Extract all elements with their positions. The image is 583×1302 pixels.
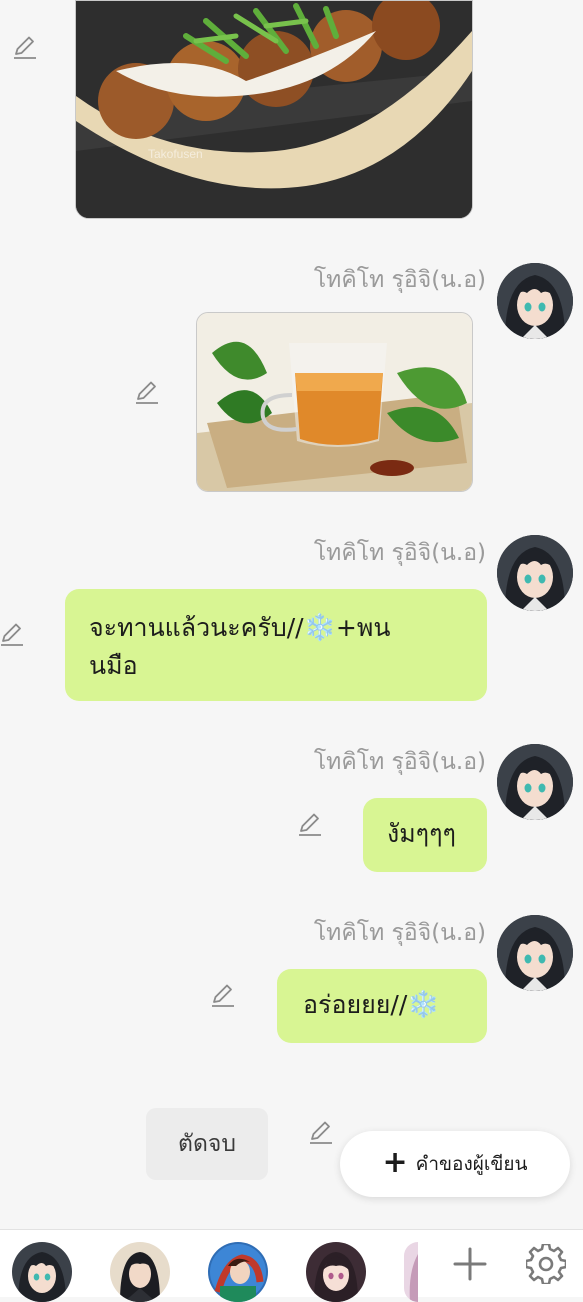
pencil-icon (14, 36, 36, 59)
character-selector-item[interactable] (404, 1242, 418, 1302)
sender-avatar[interactable] (497, 263, 573, 339)
character-avatar-image (306, 1242, 366, 1302)
character-avatar-image (497, 744, 573, 820)
character-avatar-image (497, 535, 573, 611)
message-line: จะทานแล้วนะครับ//❄️+พน (89, 609, 463, 647)
pencil-icon (212, 984, 234, 1007)
sender-name: โทคิโท รุอิจิ(น.อ) (313, 749, 486, 775)
photo-watermark: Takofusen (148, 147, 203, 161)
pencil-icon (299, 813, 321, 836)
character-avatar-image (208, 1242, 268, 1302)
sender-name: โทคิโท รุอิจิ(น.อ) (313, 267, 486, 293)
author-note-button[interactable]: + คำของผู้เขียน (340, 1131, 570, 1197)
takoyaki-photo[interactable]: Takofusen (75, 0, 473, 219)
cut-end-label: ตัดจบ (178, 1131, 236, 1157)
character-selector-item[interactable] (12, 1242, 72, 1302)
edit-message-button[interactable] (209, 981, 237, 1009)
character-avatar-image (497, 263, 573, 339)
plus-icon (453, 1247, 487, 1281)
settings-button[interactable] (526, 1244, 566, 1284)
sender-name: โทคิโท รุอิจิ(น.อ) (313, 540, 486, 566)
edit-message-button[interactable] (296, 810, 324, 838)
takoyaki-image (76, 1, 472, 218)
message-text: อร่อยยย// (303, 990, 408, 1019)
author-note-label: คำของผู้เขียน (415, 1153, 528, 1175)
sender-name: โทคิโท รุอิจิ(น.อ) (313, 920, 486, 946)
snowflake-emoji: ❄️ (303, 613, 336, 643)
sender-avatar[interactable] (497, 535, 573, 611)
character-selector-item[interactable] (208, 1242, 268, 1302)
character-avatar-image (110, 1242, 170, 1302)
message-text: งัมๆๆๆ (387, 819, 456, 848)
plus-icon: + (382, 1144, 408, 1180)
character-selector-item[interactable] (306, 1242, 366, 1302)
add-character-button[interactable] (450, 1244, 490, 1284)
edit-message-button[interactable] (11, 33, 39, 61)
sender-avatar[interactable] (497, 915, 573, 991)
character-bar (0, 1229, 583, 1302)
message-bubble[interactable]: จะทานแล้วนะครับ//❄️+พน นมือ (65, 589, 487, 701)
edit-message-button[interactable] (307, 1118, 335, 1146)
character-selector-item[interactable] (110, 1242, 170, 1302)
character-avatar-image (404, 1242, 418, 1302)
pencil-icon (310, 1121, 332, 1144)
edit-message-button[interactable] (0, 620, 26, 648)
character-avatar-image (12, 1242, 72, 1302)
edit-message-button[interactable] (133, 378, 161, 406)
tea-photo[interactable] (196, 312, 473, 492)
message-line: นมือ (89, 651, 138, 680)
snowflake-emoji: ❄️ (407, 990, 440, 1020)
pencil-icon (136, 381, 158, 404)
character-avatar-image (497, 915, 573, 991)
gear-icon (526, 1244, 566, 1284)
message-bubble[interactable]: งัมๆๆๆ (363, 798, 487, 872)
tea-image (197, 313, 472, 491)
message-bubble[interactable]: อร่อยยย//❄️ (277, 969, 487, 1043)
sender-avatar[interactable] (497, 744, 573, 820)
cut-end-button[interactable]: ตัดจบ (146, 1108, 268, 1180)
pencil-icon (1, 623, 23, 646)
